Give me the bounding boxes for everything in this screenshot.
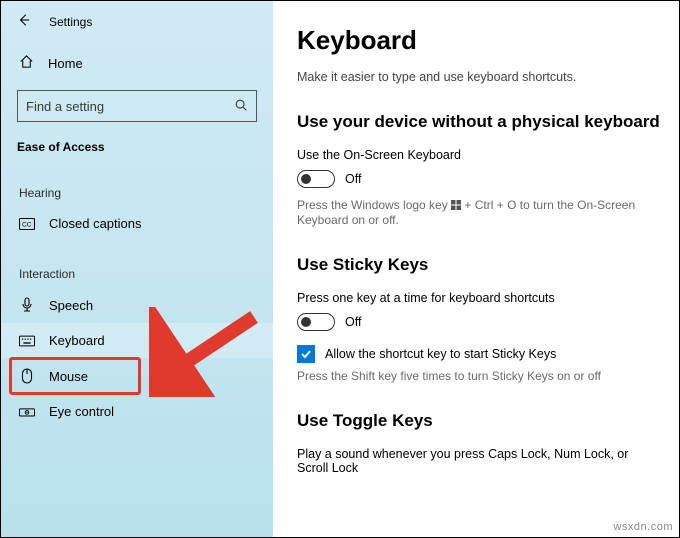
checkbox-row-sticky-shortcut[interactable]: Allow the shortcut key to start Sticky K…	[297, 345, 661, 363]
sidebar-item-mouse[interactable]: Mouse	[1, 358, 273, 394]
subgroup-header-interaction: Interaction	[1, 263, 273, 287]
subgroup-header-hearing: Hearing	[1, 182, 273, 206]
group-header-ease-of-access: Ease of Access	[1, 136, 273, 160]
eye-icon	[19, 406, 35, 418]
sidebar-item-closed-captions[interactable]: CC Closed captions	[1, 206, 273, 241]
toggle-switch[interactable]	[297, 170, 335, 188]
sidebar-item-label: Speech	[49, 298, 93, 313]
microphone-icon	[19, 297, 35, 313]
setting-label-toggle-keys: Play a sound whenever you press Caps Loc…	[297, 447, 661, 475]
hint-osk: Press the Windows logo key + Ctrl + O to…	[297, 198, 661, 227]
checkbox-label: Allow the shortcut key to start Sticky K…	[325, 347, 556, 361]
setting-label-osk: Use the On-Screen Keyboard	[297, 148, 661, 162]
toggle-sticky[interactable]: Off	[297, 313, 661, 331]
content-panel: Keyboard Make it easier to type and use …	[273, 1, 679, 537]
search-placeholder: Find a setting	[26, 99, 104, 114]
section-heading: Use Sticky Keys	[297, 255, 661, 275]
sidebar-home[interactable]: Home	[1, 44, 273, 82]
windows-logo-icon	[451, 199, 461, 213]
toggle-switch[interactable]	[297, 313, 335, 331]
sidebar-item-speech[interactable]: Speech	[1, 287, 273, 323]
section-sticky-keys: Use Sticky Keys Press one key at a time …	[297, 255, 661, 383]
toggle-state: Off	[345, 315, 361, 329]
sidebar-item-keyboard[interactable]: Keyboard	[1, 323, 273, 358]
sidebar-item-label: Closed captions	[49, 216, 142, 231]
section-heading: Use your device without a physical keybo…	[297, 112, 661, 132]
search-input[interactable]: Find a setting	[17, 90, 257, 122]
checkbox-checked[interactable]	[297, 345, 315, 363]
settings-window: Settings Home Find a setting Ease of Acc…	[1, 1, 679, 537]
sidebar-item-label: Mouse	[49, 369, 88, 384]
page-subtitle: Make it easier to type and use keyboard …	[297, 70, 661, 84]
mouse-icon	[19, 368, 35, 384]
keyboard-icon	[19, 335, 35, 347]
setting-label-sticky: Press one key at a time for keyboard sho…	[297, 291, 661, 305]
toggle-osk[interactable]: Off	[297, 170, 661, 188]
sidebar-item-label: Keyboard	[49, 333, 105, 348]
page-title: Keyboard	[297, 25, 661, 56]
svg-text:CC: CC	[22, 221, 32, 228]
sidebar-item-eye-control[interactable]: Eye control	[1, 394, 273, 429]
section-heading: Use Toggle Keys	[297, 411, 661, 431]
hint-sticky: Press the Shift key five times to turn S…	[297, 369, 661, 383]
back-icon[interactable]	[17, 13, 31, 30]
toggle-state: Off	[345, 172, 361, 186]
sidebar-header: Settings	[1, 9, 273, 44]
section-osk: Use your device without a physical keybo…	[297, 112, 661, 227]
home-label: Home	[48, 56, 83, 71]
home-icon	[19, 54, 34, 72]
sidebar: Settings Home Find a setting Ease of Acc…	[1, 1, 273, 537]
watermark: wsxdn.com	[613, 521, 673, 533]
sidebar-item-label: Eye control	[49, 404, 114, 419]
search-icon	[234, 98, 248, 115]
section-toggle-keys: Use Toggle Keys Play a sound whenever yo…	[297, 411, 661, 475]
window-title: Settings	[49, 15, 92, 29]
captions-icon: CC	[19, 218, 35, 230]
